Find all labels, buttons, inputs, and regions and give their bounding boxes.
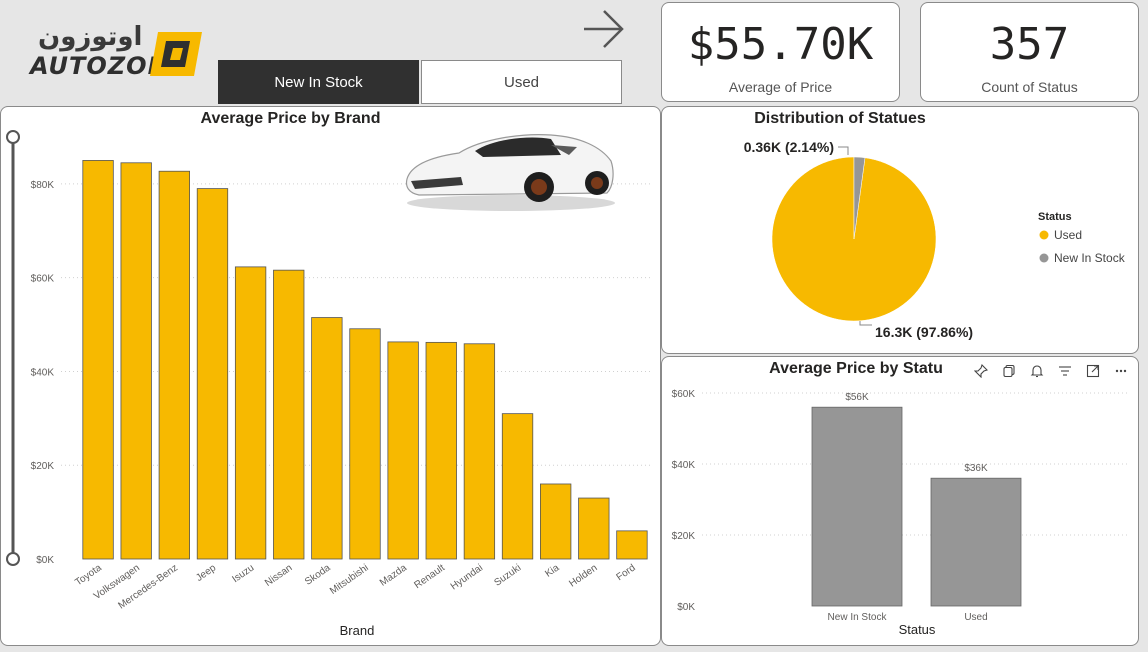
- bar-nissan[interactable]: [273, 269, 305, 560]
- status-pie-chart: 0.36K (2.14%) 16.3K (97.86%) Status Used…: [744, 139, 1126, 340]
- tab-new-in-stock[interactable]: New In Stock: [218, 60, 419, 104]
- tab-new-in-stock-label: New In Stock: [274, 73, 363, 91]
- status-y-tick-label: $60K: [672, 389, 696, 400]
- bar-volkswagen[interactable]: [120, 162, 152, 560]
- bar-skoda[interactable]: [311, 317, 343, 560]
- brand-price-chart-card: Average Price by Brand $0K $20K $40K $60K $8…: [0, 106, 661, 646]
- bar-jeep[interactable]: [196, 188, 229, 560]
- tab-used[interactable]: Used: [421, 60, 622, 104]
- brand-x-tick-label: Mitsubishi: [328, 562, 371, 597]
- bar-mazda[interactable]: [387, 341, 419, 560]
- status-data-label: $56K: [845, 392, 869, 403]
- zoom-slider-bottom-handle[interactable]: [6, 552, 20, 566]
- bar-hyundai[interactable]: [463, 343, 496, 560]
- kpi-average-price-label: Average of Price: [728, 79, 833, 95]
- brand-y-tick-label: $60K: [31, 274, 55, 285]
- status-price-chart: $56K $36K $0K $20K $40K $60K New In Stock Use…: [672, 389, 1130, 637]
- pie-label-used: 16.3K (97.86%): [875, 324, 973, 340]
- kpi-count-status-label: Count of Status: [981, 79, 1078, 95]
- status-distribution-card: Distribution of Statues 0.36K (2.14%) 16…: [661, 106, 1139, 354]
- brand-y-tick-label: $0K: [36, 555, 54, 566]
- pie-label-new-in-stock: 0.36K (2.14%): [744, 139, 834, 155]
- bar-isuzu[interactable]: [234, 266, 267, 560]
- brand-x-tick-label: Skoda: [303, 562, 333, 588]
- kpi-count-status-value: 357: [989, 19, 1070, 70]
- bar-mercedes-benz[interactable]: [158, 170, 190, 560]
- status-y-tick-label: $0K: [677, 602, 695, 613]
- autozone-logo: اوتوزون AUTOZONE: [30, 22, 210, 82]
- legend-used-marker: [1039, 230, 1049, 240]
- brand-x-tick-label: Jeep: [194, 562, 218, 584]
- brand-x-tick-label: Mazda: [378, 562, 409, 588]
- bar-toyota[interactable]: [82, 160, 114, 560]
- brand-y-tick-label: $80K: [31, 180, 55, 191]
- status-data-label: $36K: [964, 463, 988, 474]
- legend-new-in-stock-label[interactable]: New In Stock: [1054, 251, 1126, 265]
- brand-x-tick-label: Holden: [567, 562, 599, 589]
- brand-x-tick-label: Nissan: [263, 562, 294, 589]
- brand-y-tick-label: $20K: [31, 461, 55, 472]
- brand-x-tick-label: Isuzu: [230, 562, 256, 585]
- brand-x-tick-label: Toyota: [73, 562, 104, 588]
- brand-x-tick-label: Kia: [543, 562, 562, 580]
- status-y-tick-label: $20K: [672, 531, 696, 542]
- brand-x-tick-label: Hyundai: [449, 562, 485, 592]
- bar-kia[interactable]: [540, 483, 572, 560]
- legend-used-label[interactable]: Used: [1054, 228, 1082, 242]
- bar-renault[interactable]: [425, 341, 457, 560]
- logo-mark-icon: [150, 32, 202, 76]
- status-x-tick-label: New In Stock: [828, 612, 888, 623]
- bar-used[interactable]: [930, 477, 1022, 607]
- bar-ford[interactable]: [616, 530, 648, 560]
- status-y-tick-label: $40K: [672, 460, 696, 471]
- arrow-right-icon[interactable]: [578, 6, 630, 52]
- status-x-axis-title: Status: [899, 622, 936, 637]
- bar-holden[interactable]: [578, 497, 610, 560]
- kpi-card-count-status: 357 Count of Status: [920, 2, 1139, 102]
- legend-title: Status: [1038, 211, 1072, 223]
- bar-new-in-stock[interactable]: [811, 406, 903, 607]
- status-x-tick-label: Used: [964, 612, 987, 623]
- legend-new-in-stock-marker: [1039, 253, 1049, 263]
- tab-used-label: Used: [503, 73, 540, 91]
- zoom-slider-top-handle[interactable]: [6, 130, 20, 144]
- brand-x-tick-label: Renault: [412, 562, 447, 591]
- brand-x-tick-label: Suzuki: [492, 562, 523, 588]
- kpi-card-average-price: $55.70K Average of Price: [661, 2, 900, 102]
- brand-x-tick-label: Ford: [615, 562, 638, 583]
- brand-y-tick-label: $40K: [31, 367, 55, 378]
- car-image: [405, 134, 615, 211]
- kpi-average-price-value: $55.70K: [687, 19, 874, 70]
- bar-suzuki[interactable]: [501, 413, 534, 560]
- status-price-chart-card: Average Price by Statu $56K $36K $0K $20K $…: [661, 356, 1139, 646]
- bar-mitsubishi[interactable]: [349, 328, 381, 560]
- brand-x-axis-title: Brand: [340, 623, 375, 638]
- logo-arabic-text: اوتوزون: [38, 22, 143, 52]
